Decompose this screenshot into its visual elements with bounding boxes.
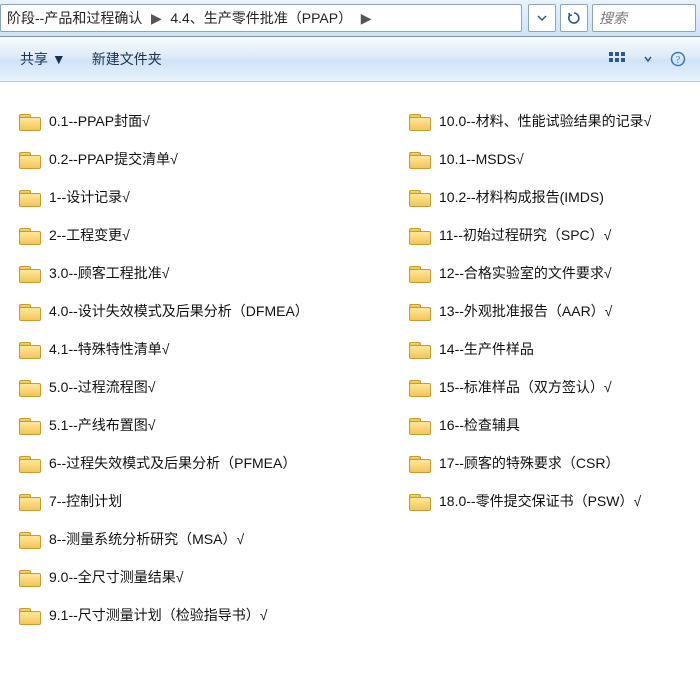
share-button[interactable]: 共享 ▼	[8, 43, 78, 75]
folder-icon	[409, 112, 431, 130]
chevron-right-icon[interactable]: ▶	[148, 10, 164, 27]
folder-icon	[19, 226, 41, 244]
folder-name: 6--过程失效模式及后果分析（PFMEA）	[49, 453, 296, 473]
breadcrumb-seg-1[interactable]: 阶段--产品和过程确认	[1, 5, 148, 31]
folder-icon	[19, 606, 41, 624]
folder-item[interactable]: 4.1--特殊特性清单√	[14, 330, 404, 368]
folder-name: 7--控制计划	[49, 491, 122, 511]
folder-icon	[19, 188, 41, 206]
folder-item[interactable]: 10.2--材料构成报告(IMDS)	[404, 178, 690, 216]
folder-item[interactable]: 10.1--MSDS√	[404, 140, 690, 178]
folder-item[interactable]: 4.0--设计失效模式及后果分析（DFMEA）	[14, 292, 404, 330]
breadcrumb-seg-2[interactable]: 4.4、生产零件批准（PPAP）	[164, 5, 358, 31]
folder-name: 10.1--MSDS√	[439, 151, 524, 167]
folder-item[interactable]: 10.0--材料、性能试验结果的记录√	[404, 102, 690, 140]
folder-item[interactable]: 14--生产件样品	[404, 330, 690, 368]
folder-icon	[409, 454, 431, 472]
folder-icon	[19, 492, 41, 510]
folder-icon	[409, 264, 431, 282]
folder-name: 5.0--过程流程图√	[49, 377, 155, 397]
breadcrumb[interactable]: 阶段--产品和过程确认 ▶ 4.4、生产零件批准（PPAP） ▶	[0, 4, 522, 32]
folder-name: 11--初始过程研究（SPC）√	[439, 225, 611, 245]
folder-name: 5.1--产线布置图√	[49, 415, 155, 435]
folder-name: 10.0--材料、性能试验结果的记录√	[439, 111, 651, 131]
view-dropdown-button[interactable]	[634, 47, 662, 71]
folder-name: 4.1--特殊特性清单√	[49, 339, 169, 359]
folder-icon	[409, 302, 431, 320]
folder-item[interactable]: 1--设计记录√	[14, 178, 404, 216]
folder-icon	[19, 378, 41, 396]
folder-icon	[409, 150, 431, 168]
folder-name: 16--检查辅具	[439, 415, 520, 435]
folder-name: 4.0--设计失效模式及后果分析（DFMEA）	[49, 301, 309, 321]
folder-item[interactable]: 15--标准样品（双方签认）√	[404, 368, 690, 406]
folder-item[interactable]: 5.1--产线布置图√	[14, 406, 404, 444]
folder-item[interactable]: 8--测量系统分析研究（MSA）√	[14, 520, 404, 558]
folder-item[interactable]: 17--顾客的特殊要求（CSR）	[404, 444, 690, 482]
search-placeholder: 搜索	[599, 8, 627, 28]
folder-name: 18.0--零件提交保证书（PSW）√	[439, 491, 641, 511]
folder-name: 1--设计记录√	[49, 187, 130, 207]
folder-icon	[409, 416, 431, 434]
folder-icon	[409, 340, 431, 358]
folder-item[interactable]: 2--工程变更√	[14, 216, 404, 254]
folder-item[interactable]: 0.2--PPAP提交清单√	[14, 140, 404, 178]
folder-item[interactable]: 6--过程失效模式及后果分析（PFMEA）	[14, 444, 404, 482]
folder-item[interactable]: 16--检查辅具	[404, 406, 690, 444]
folder-icon	[409, 378, 431, 396]
folder-name: 14--生产件样品	[439, 339, 534, 359]
svg-text:?: ?	[676, 55, 681, 66]
new-folder-button[interactable]: 新建文件夹	[80, 43, 174, 75]
folder-item[interactable]: 12--合格实验室的文件要求√	[404, 254, 690, 292]
folder-name: 8--测量系统分析研究（MSA）√	[49, 529, 244, 549]
share-label: 共享 ▼	[20, 49, 66, 69]
dropdown-history-button[interactable]	[528, 4, 556, 32]
folder-icon	[19, 416, 41, 434]
folder-name: 0.2--PPAP提交清单√	[49, 149, 178, 169]
folder-item[interactable]: 7--控制计划	[14, 482, 404, 520]
folder-name: 0.1--PPAP封面√	[49, 111, 150, 131]
folder-item[interactable]: 9.0--全尺寸测量结果√	[14, 558, 404, 596]
folder-item[interactable]: 0.1--PPAP封面√	[14, 102, 404, 140]
refresh-button[interactable]	[560, 4, 588, 32]
folder-item[interactable]: 5.0--过程流程图√	[14, 368, 404, 406]
folder-icon	[19, 530, 41, 548]
folder-item[interactable]: 13--外观批准报告（AAR）√	[404, 292, 690, 330]
folder-name: 3.0--顾客工程批准√	[49, 263, 169, 283]
folder-icon	[409, 226, 431, 244]
folder-icon	[19, 150, 41, 168]
folder-icon	[19, 340, 41, 358]
chevron-right-icon[interactable]: ▶	[358, 10, 374, 27]
folder-icon	[19, 302, 41, 320]
new-folder-label: 新建文件夹	[92, 49, 162, 69]
folder-icon	[409, 492, 431, 510]
help-button[interactable]: ?	[664, 47, 692, 71]
folder-name: 15--标准样品（双方签认）√	[439, 377, 612, 397]
folder-name: 17--顾客的特殊要求（CSR）	[439, 453, 619, 473]
file-list: 0.1--PPAP封面√ 0.2--PPAP提交清单√ 1--设计记录√ 2--工程变…	[0, 80, 700, 700]
folder-icon	[19, 112, 41, 130]
folder-icon	[19, 454, 41, 472]
folder-name: 12--合格实验室的文件要求√	[439, 263, 612, 283]
folder-icon	[19, 568, 41, 586]
folder-icon	[409, 188, 431, 206]
folder-item[interactable]: 3.0--顾客工程批准√	[14, 254, 404, 292]
folder-name: 10.2--材料构成报告(IMDS)	[439, 187, 604, 207]
folder-name: 9.0--全尺寸测量结果√	[49, 567, 183, 587]
folder-name: 2--工程变更√	[49, 225, 130, 245]
folder-item[interactable]: 9.1--尺寸测量计划（检验指导书）√	[14, 596, 404, 634]
search-input[interactable]: 搜索	[592, 4, 696, 32]
folder-name: 13--外观批准报告（AAR）√	[439, 301, 612, 321]
folder-name: 9.1--尺寸测量计划（检验指导书）√	[49, 605, 267, 625]
folder-icon	[19, 264, 41, 282]
folder-item[interactable]: 18.0--零件提交保证书（PSW）√	[404, 482, 690, 520]
change-view-button[interactable]	[604, 47, 632, 71]
toolbar: 共享 ▼ 新建文件夹 ?	[0, 37, 700, 82]
folder-item[interactable]: 11--初始过程研究（SPC）√	[404, 216, 690, 254]
address-bar: 阶段--产品和过程确认 ▶ 4.4、生产零件批准（PPAP） ▶ 搜索	[0, 0, 700, 37]
